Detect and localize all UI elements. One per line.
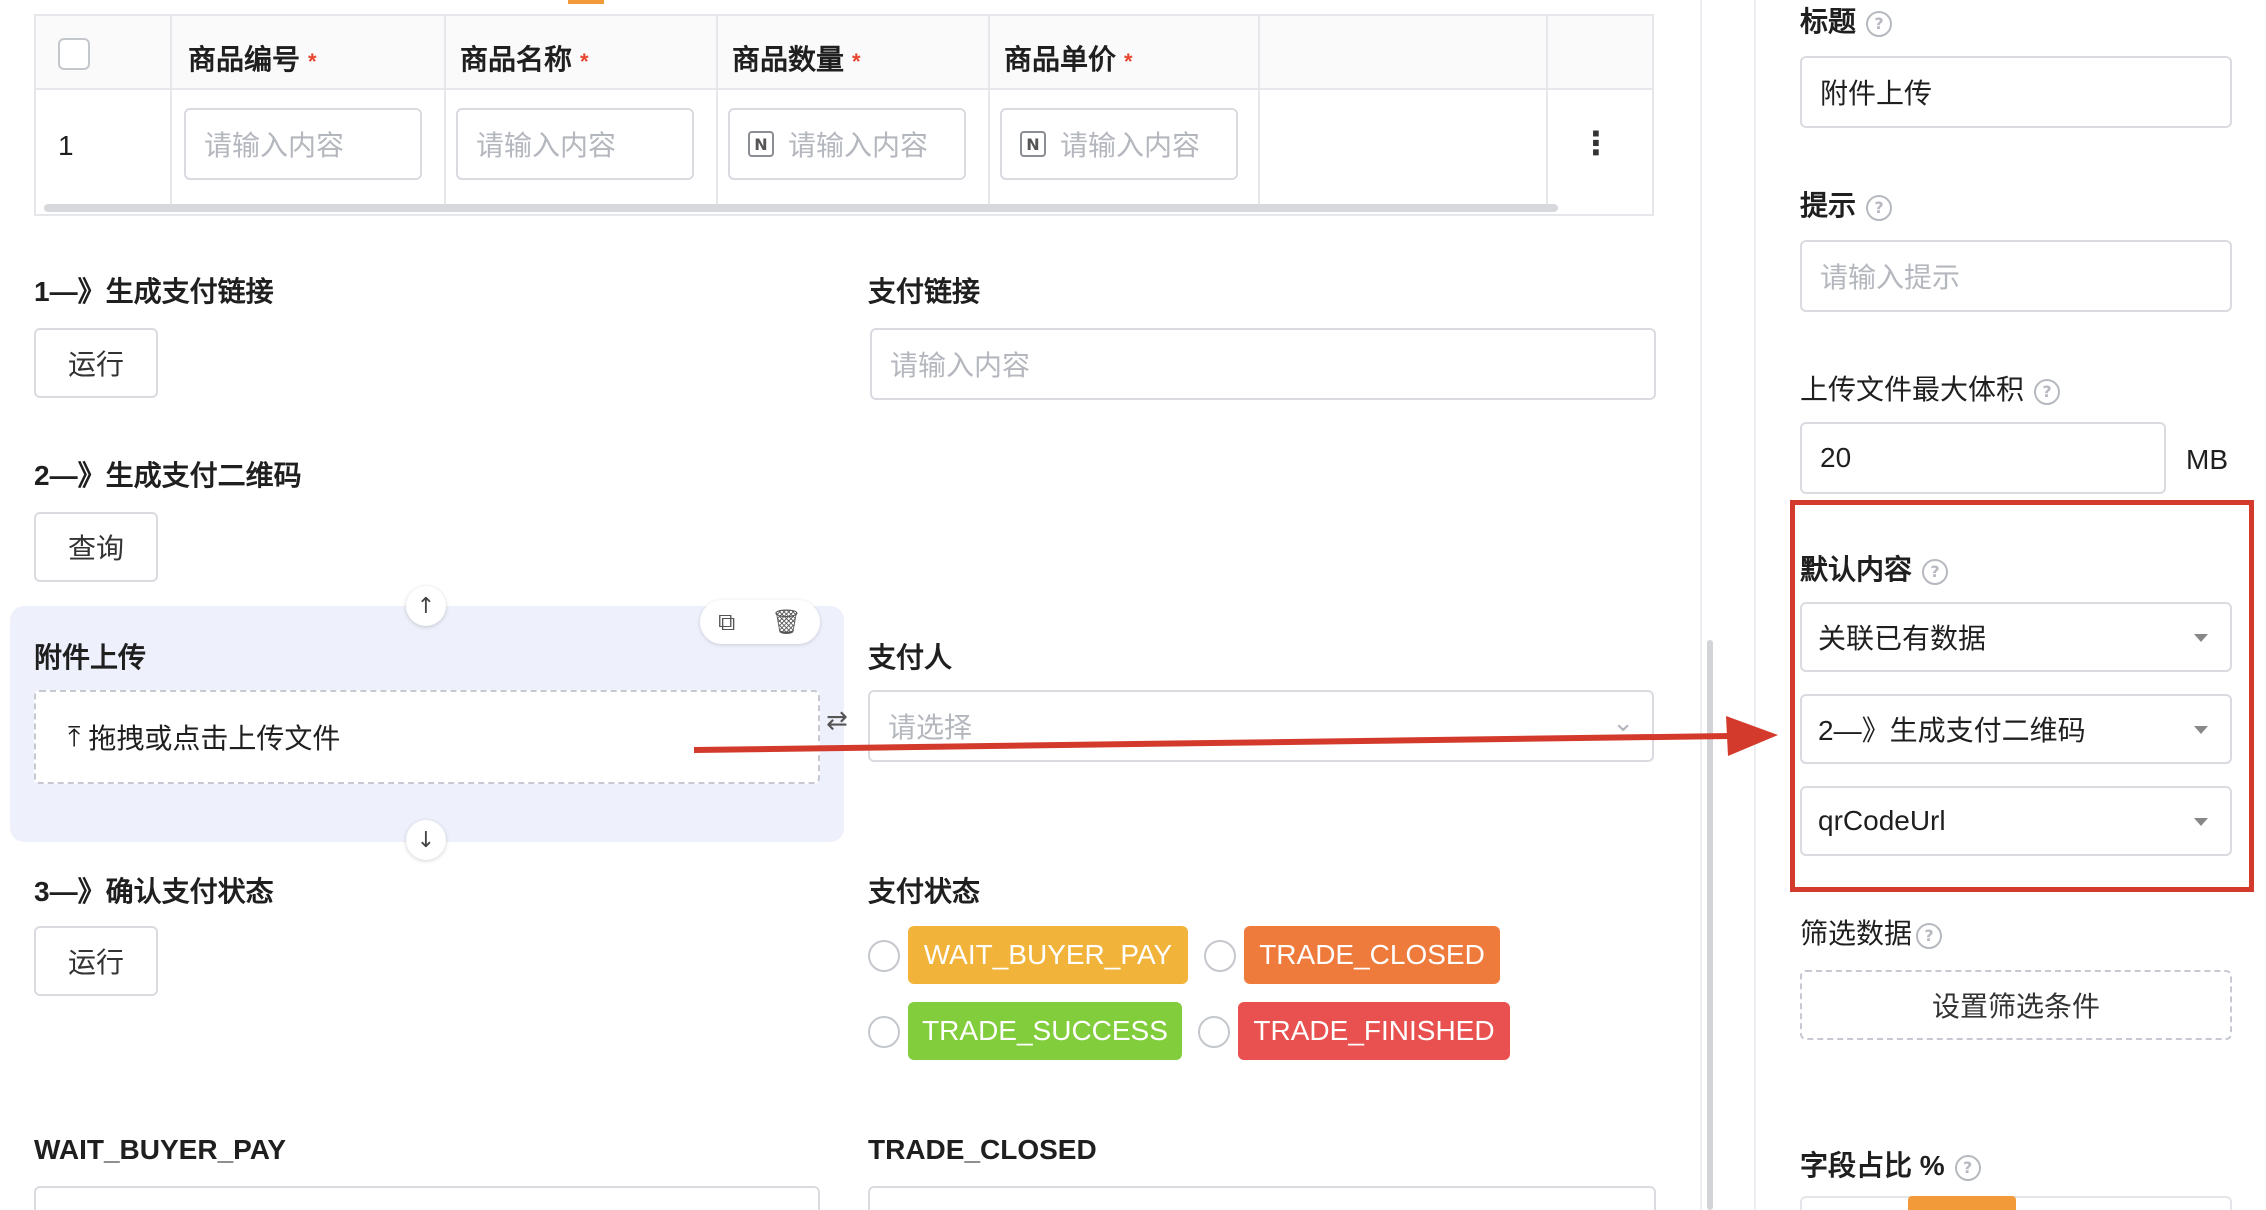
annotation-arrow <box>693 716 1778 756</box>
